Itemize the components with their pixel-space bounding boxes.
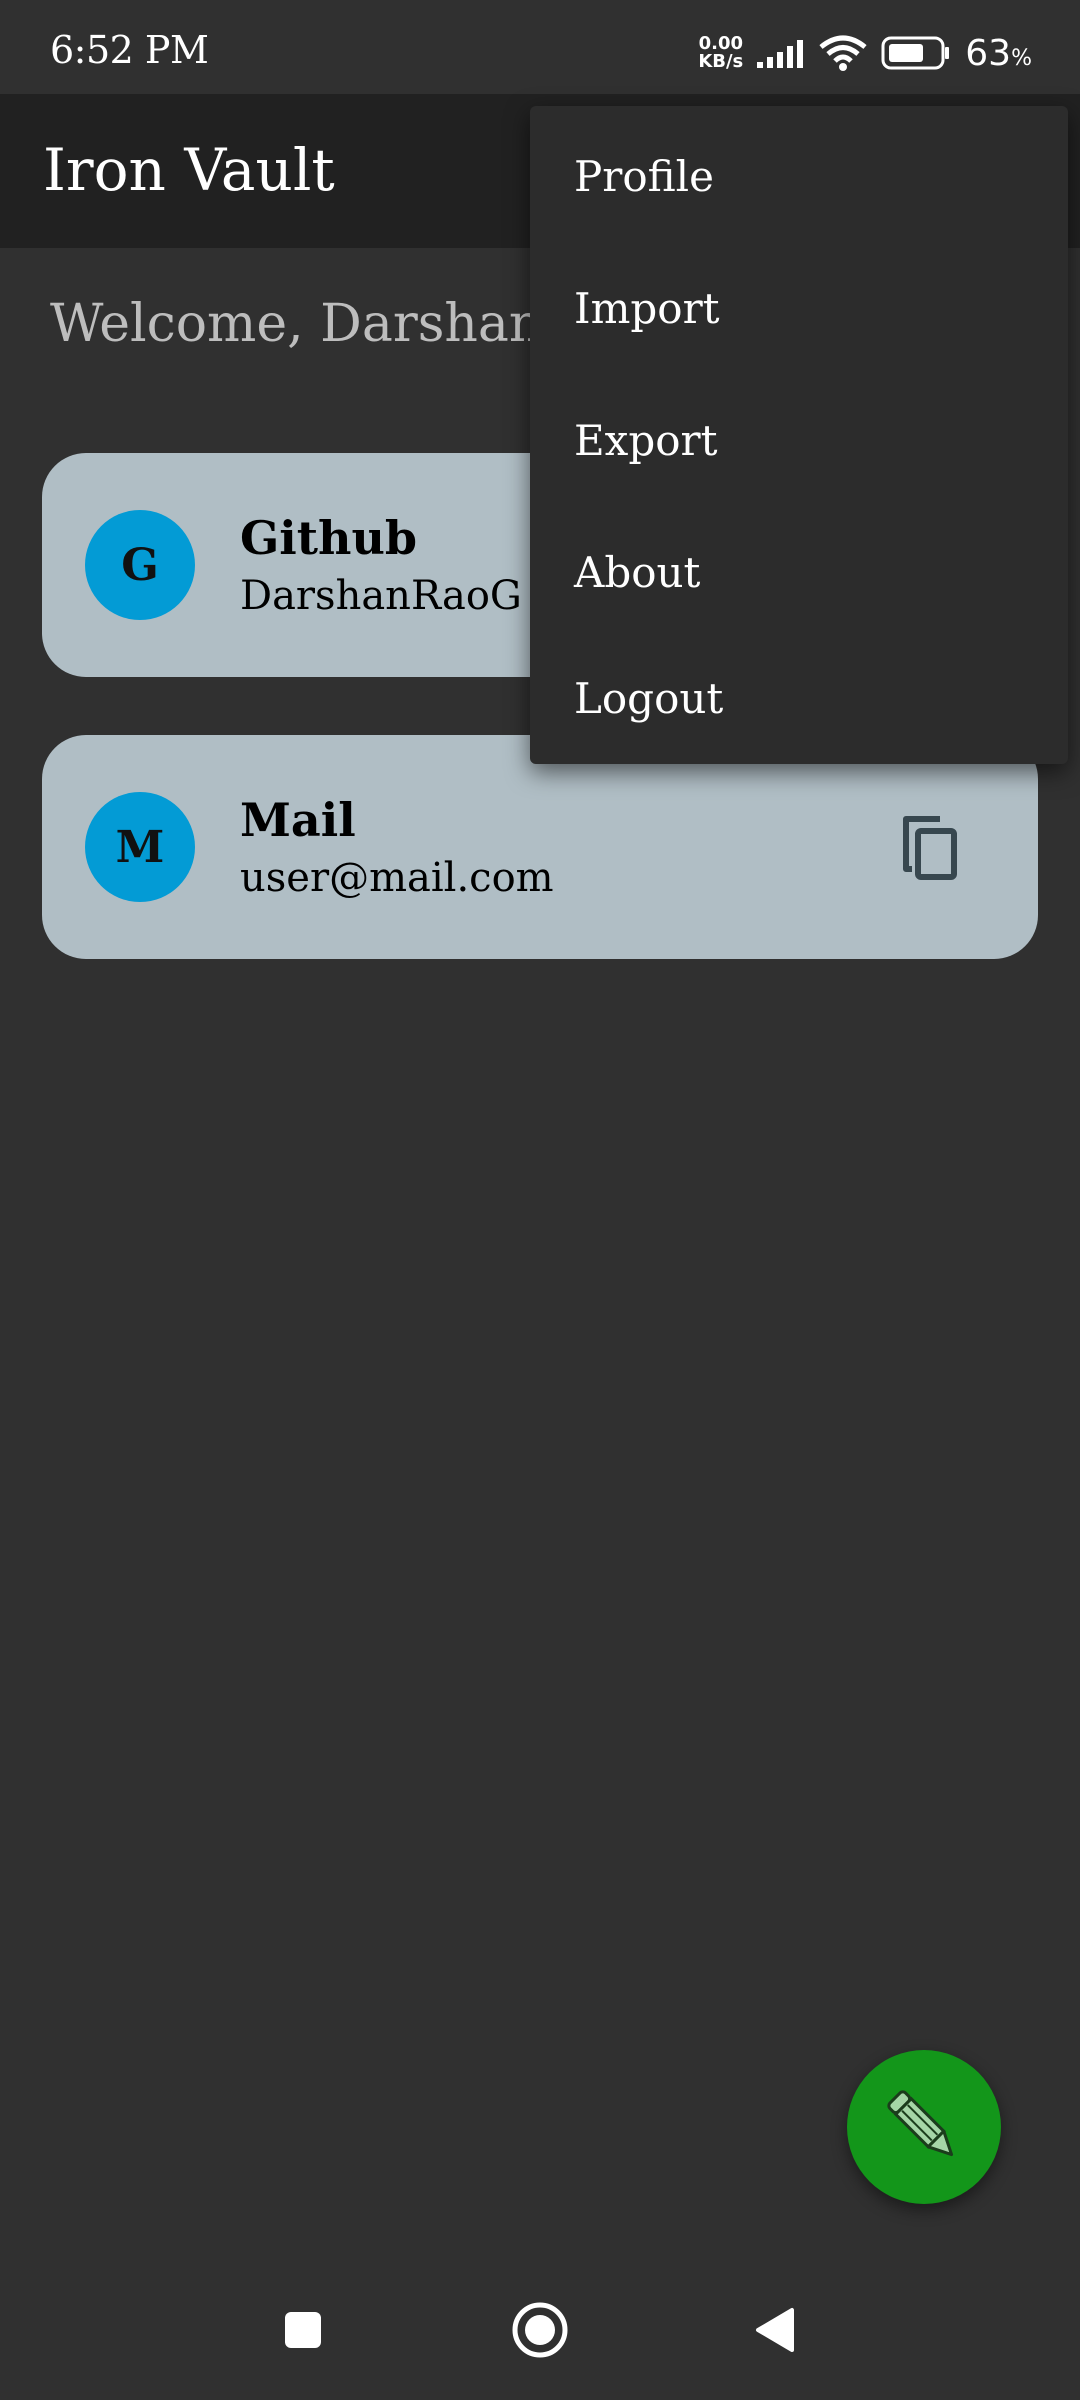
entry-title: Mail bbox=[240, 793, 356, 847]
status-icons: 0.00 KB/s 63% bbox=[698, 28, 1032, 78]
app-title: Iron Vault bbox=[43, 136, 335, 204]
entry-card-mail[interactable]: M Mail user@mail.com bbox=[42, 735, 1038, 959]
wifi-icon bbox=[819, 35, 867, 71]
avatar: G bbox=[85, 510, 195, 620]
avatar: M bbox=[85, 792, 195, 902]
network-speed: 0.00 KB/s bbox=[698, 35, 743, 71]
status-time: 6:52 PM bbox=[50, 28, 209, 72]
battery-percent-value: 63 bbox=[965, 32, 1012, 74]
network-speed-unit: KB/s bbox=[698, 51, 744, 72]
copy-button[interactable] bbox=[896, 811, 968, 883]
menu-item-export[interactable]: Export bbox=[530, 374, 1068, 506]
menu-item-import[interactable]: Import bbox=[530, 242, 1068, 374]
back-triangle-icon bbox=[756, 2308, 794, 2352]
edit-fab-button[interactable] bbox=[847, 2050, 1001, 2204]
copy-icon bbox=[903, 816, 957, 880]
battery-percent-unit: % bbox=[1011, 45, 1032, 71]
overflow-menu: Profile Import Export About Logout bbox=[530, 106, 1068, 764]
status-bar: 6:52 PM 0.00 KB/s 63% bbox=[0, 0, 1080, 94]
entry-username: user@mail.com bbox=[240, 855, 554, 901]
recents-square-icon bbox=[285, 2312, 321, 2348]
battery-percent: 63% bbox=[965, 33, 1032, 74]
pencil-icon bbox=[887, 2090, 954, 2157]
back-button[interactable] bbox=[734, 2290, 814, 2370]
entry-title: Github bbox=[240, 511, 418, 565]
home-circle-icon bbox=[512, 2302, 568, 2358]
welcome-text: Welcome, Darshan! bbox=[50, 294, 564, 354]
menu-item-about[interactable]: About bbox=[530, 506, 1068, 638]
screen: 6:52 PM 0.00 KB/s 63% Iron Vault Welcome… bbox=[0, 0, 1080, 2400]
system-navigation-bar bbox=[0, 2260, 1080, 2400]
signal-icon bbox=[757, 40, 804, 68]
battery-icon bbox=[881, 36, 950, 70]
entry-username: DarshanRaoG bbox=[240, 573, 522, 619]
menu-item-profile[interactable]: Profile bbox=[530, 110, 1068, 242]
recents-button[interactable] bbox=[263, 2290, 343, 2370]
menu-item-logout[interactable]: Logout bbox=[530, 632, 1068, 764]
home-button[interactable] bbox=[500, 2290, 580, 2370]
